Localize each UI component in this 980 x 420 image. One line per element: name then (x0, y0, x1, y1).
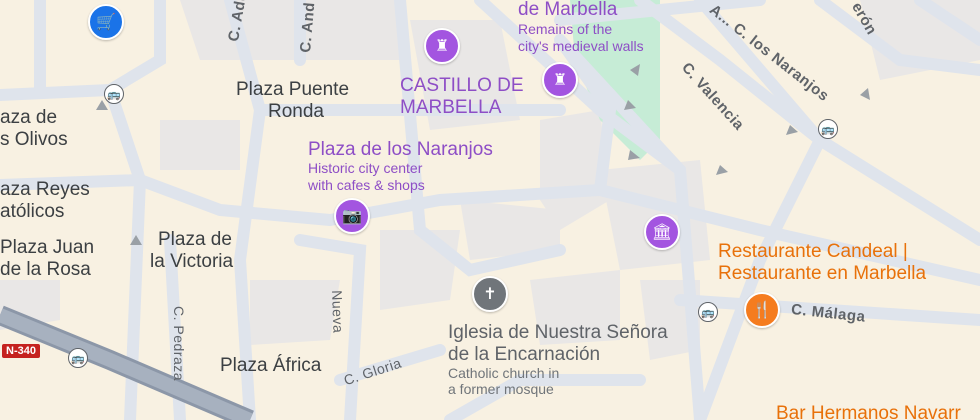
iglesia-title-1[interactable]: Iglesia de Nuestra Señora (448, 322, 668, 344)
museum-icon[interactable]: 🏛 (644, 214, 680, 250)
iglesia-title-2[interactable]: de la Encarnación (448, 344, 600, 366)
naranjos-desc-2: with cafes & shops (308, 177, 425, 193)
reyes-label-1: aza Reyes (0, 179, 90, 200)
castle-walls-desc-2: city's medieval walls (518, 38, 644, 54)
camera-icon[interactable]: 📷 (334, 198, 370, 234)
victoria-label-2: la Victoria (150, 251, 234, 272)
olivos-label-1: aza de (0, 107, 58, 128)
cross-icon[interactable]: ✝ (472, 276, 508, 312)
africa-label: Plaza África (220, 355, 322, 376)
bus-stop-icon[interactable]: 🚌 (698, 302, 718, 322)
olivos-label-2: s Olivos (0, 129, 68, 150)
bus-stop-icon[interactable]: 🚌 (818, 119, 838, 139)
bar-title[interactable]: Bar Hermanos Navarr (776, 403, 961, 420)
castle-icon-walls[interactable]: ♜ (542, 62, 578, 98)
iglesia-desc-2: a former mosque (448, 381, 554, 397)
castle-icon[interactable]: ♜ (424, 28, 460, 64)
juan-label-2: de la Rosa (0, 259, 91, 280)
fork-knife-icon[interactable]: 🍴 (744, 292, 780, 328)
iglesia-desc-1: Catholic church in (448, 365, 560, 381)
street-nueva: Nueva (329, 289, 347, 334)
castle-walls-title[interactable]: de Marbella (518, 0, 617, 21)
road-shield-n340: N-340 (2, 344, 40, 358)
street-pedraza: C. Pedraza (171, 306, 187, 382)
plaza-puente-label-1: Plaza Puente (236, 79, 350, 100)
victoria-label-1: Plaza de (158, 229, 232, 250)
plaza-puente-label-2: Ronda (268, 101, 324, 122)
castillo-label-2[interactable]: MARBELLA (400, 97, 501, 119)
candeal-title-1[interactable]: Restaurante Candeal | (718, 241, 908, 263)
naranjos-title[interactable]: Plaza de los Naranjos (308, 139, 493, 161)
naranjos-desc-1: Historic city center (308, 160, 423, 176)
shopping-cart-icon[interactable]: 🛒 (88, 4, 124, 40)
map-canvas[interactable]: de Marbella Remains of the city's mediev… (0, 0, 980, 420)
reyes-label-2: atólicos (0, 201, 65, 222)
castle-walls-desc-1: Remains of the (518, 21, 613, 37)
bus-stop-icon[interactable]: 🚌 (104, 84, 124, 104)
juan-label-1: Plaza Juan (0, 237, 95, 258)
bus-stop-icon[interactable]: 🚌 (68, 348, 88, 368)
castillo-label-1[interactable]: CASTILLO DE (400, 75, 524, 97)
candeal-title-2[interactable]: Restaurante en Marbella (718, 263, 926, 285)
